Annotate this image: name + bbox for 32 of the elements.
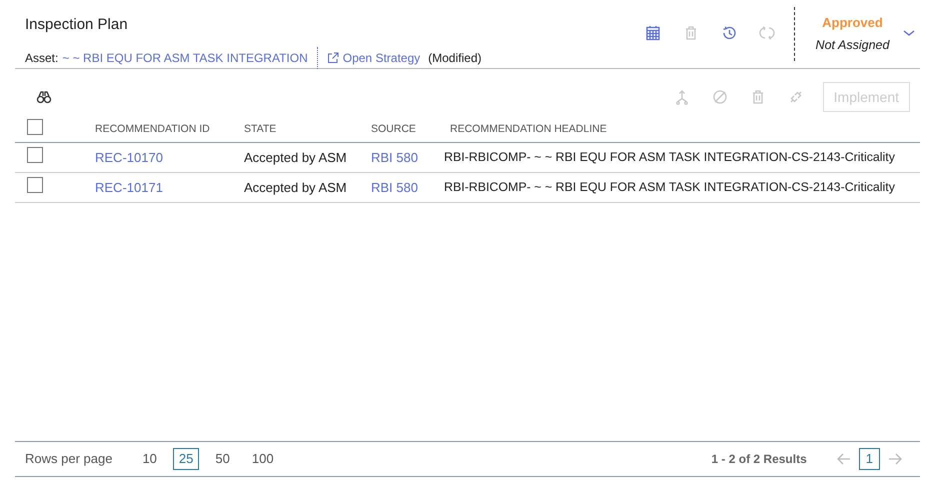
row-checkbox[interactable] [27, 146, 43, 163]
asset-link[interactable]: ~ ~ RBI EQU FOR ASM TASK INTEGRATION [62, 48, 308, 66]
modified-label: (Modified) [428, 50, 482, 66]
source-link[interactable]: RBI 580 [371, 150, 418, 165]
previous-page-icon[interactable] [836, 453, 851, 465]
page-size-option[interactable]: 25 [172, 448, 200, 470]
page-size-option[interactable]: 100 [246, 448, 280, 470]
open-strategy-link[interactable]: Open Strategy [326, 48, 420, 66]
panel-title: Inspection Plan [25, 15, 129, 35]
column-header: RECOMMENDATION ID [94, 122, 211, 137]
recommendation-id-link[interactable]: REC-10171 [95, 180, 163, 195]
table-cell-text: Accepted by ASM [243, 178, 348, 197]
column-header: RECOMMENDATION HEADLINE [449, 122, 608, 137]
assignee-label: Not Assigned [814, 36, 891, 54]
source-link[interactable]: RBI 580 [371, 180, 418, 195]
page-size-option[interactable]: 10 [136, 448, 163, 470]
rows-per-page-label: Rows per page [25, 450, 112, 468]
table-cell-text: RBI-RBICOMP- ~ ~ RBI EQU FOR ASM TASK INTEGRATION-CS-2143-Criticality [443, 179, 896, 196]
next-page-icon[interactable] [888, 453, 902, 465]
row-checkbox[interactable] [27, 176, 43, 193]
recommendation-id-link[interactable]: REC-10170 [95, 150, 163, 165]
external-link-icon [326, 52, 339, 64]
table-cell-text: Accepted by ASM [243, 148, 348, 167]
page-number[interactable]: 1 [858, 448, 880, 470]
results-count: 1 - 2 of 2 Results [711, 451, 807, 468]
table-cell-text: RBI-RBICOMP- ~ ~ RBI EQU FOR ASM TASK INTEGRATION-CS-2143-Criticality [443, 149, 896, 166]
column-header: STATE [243, 122, 278, 137]
page-size-option[interactable]: 50 [209, 448, 236, 470]
column-header: SOURCE [370, 122, 417, 137]
asset-label: Asset: [25, 50, 58, 66]
select-all-checkbox[interactable] [27, 118, 43, 135]
state-label: Approved [821, 14, 884, 32]
